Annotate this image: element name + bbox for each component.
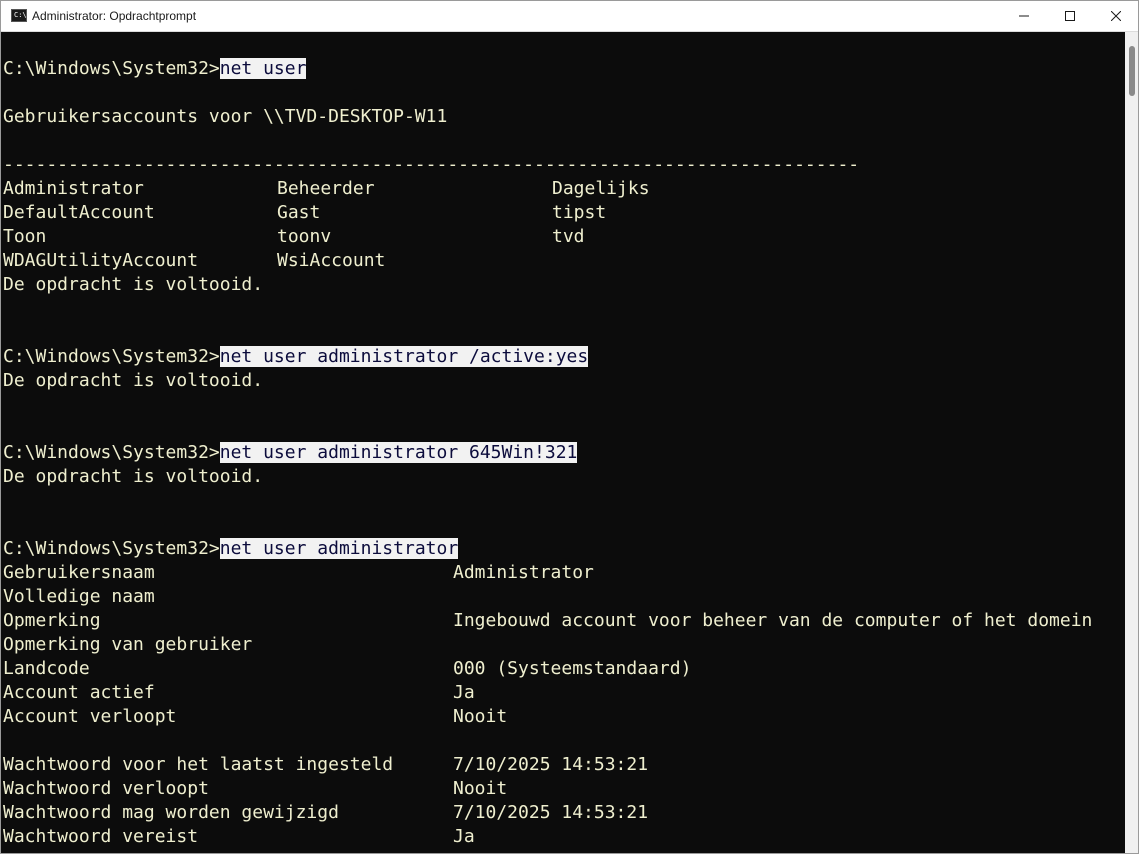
prompt-text: C:\Windows\System32> — [3, 442, 220, 463]
detail-value: Ingebouwd account voor beheer van de com… — [453, 610, 1093, 631]
prompt-line: C:\Windows\System32>net user — [3, 57, 307, 81]
detail-row: Account actief Ja — [3, 681, 1113, 705]
user-name: Gast — [277, 202, 321, 223]
detail-label: Wachtwoord mag worden gewijzigd — [3, 802, 339, 823]
detail-value: 7/10/2025 14:53:21 — [453, 802, 649, 823]
detail-row: Wachtwoord voor het laatst ingesteld 7/1… — [3, 753, 1113, 777]
prompt-text: C:\Windows\System32> — [3, 346, 220, 367]
title-bar[interactable]: C:\ Administrator: Opdrachtprompt — [1, 1, 1138, 32]
detail-label: Landcode — [3, 658, 90, 679]
command-text: net user administrator /active:yes — [219, 346, 589, 367]
close-icon — [1111, 11, 1121, 21]
user-row: Administrator Beheerder Dagelijks — [3, 177, 703, 201]
detail-label: Volledige naam — [3, 586, 155, 607]
detail-row: Account verloopt Nooit — [3, 705, 1113, 729]
detail-value: Ja — [453, 682, 475, 703]
detail-label: Opmerking — [3, 610, 101, 631]
detail-row: Landcode 000 (Systeemstandaard) — [3, 657, 1113, 681]
console-output[interactable]: C:\Windows\System32>net user Gebruikersa… — [1, 32, 1125, 853]
user-name: Administrator — [3, 178, 144, 199]
detail-row: Wachtwoord vereist Ja — [3, 825, 1113, 849]
maximize-icon — [1065, 11, 1075, 21]
prompt-text: C:\Windows\System32> — [3, 538, 220, 559]
detail-value: Nooit — [453, 706, 508, 727]
cmd-icon: C:\ — [11, 9, 27, 22]
status-line: De opdracht is voltooid. — [3, 466, 264, 487]
user-name: tipst — [552, 202, 607, 223]
window-title: Administrator: Opdrachtprompt — [32, 9, 197, 23]
user-name: tvd — [552, 226, 585, 247]
detail-label: Wachtwoord verloopt — [3, 778, 209, 799]
user-row: WDAGUtilityAccount WsiAccount — [3, 249, 703, 273]
detail-row: Gebruikersnaam Administrator — [3, 561, 1113, 585]
detail-row: Opmerking van gebruiker — [3, 633, 1113, 657]
user-name: Toon — [3, 226, 47, 247]
output-line: Gebruikersaccounts voor \\TVD-DESKTOP-W1… — [3, 106, 448, 127]
detail-label: Wachtwoord voor het laatst ingesteld — [3, 754, 394, 775]
detail-value: Administrator — [453, 562, 594, 583]
detail-row: Wachtwoord verloopt Nooit — [3, 777, 1113, 801]
detail-value: 7/10/2025 14:53:21 — [453, 754, 649, 775]
minimize-icon — [1019, 15, 1029, 17]
detail-row: Wachtwoord mag worden gewijzigd 7/10/202… — [3, 801, 1113, 825]
prompt-line: C:\Windows\System32>net user administrat… — [3, 345, 589, 369]
detail-label: Wachtwoord vereist — [3, 826, 199, 847]
detail-label: Opmerking van gebruiker — [3, 634, 253, 655]
user-name: DefaultAccount — [3, 202, 155, 223]
user-row: DefaultAccount Gast tipst — [3, 201, 703, 225]
scrollbar-thumb[interactable] — [1129, 46, 1135, 96]
user-row: Toon toonv tvd — [3, 225, 703, 249]
user-name: toonv — [277, 226, 332, 247]
prompt-line: C:\Windows\System32>net user administrat… — [3, 441, 578, 465]
detail-row: Volledige naam — [3, 585, 1113, 609]
detail-row: Opmerking Ingebouwd account voor beheer … — [3, 609, 1113, 633]
status-line: De opdracht is voltooid. — [3, 370, 264, 391]
command-text: net user — [219, 58, 307, 79]
detail-value: 000 (Systeemstandaard) — [453, 658, 692, 679]
user-name: Beheerder — [277, 178, 375, 199]
status-line: De opdracht is voltooid. — [3, 274, 264, 295]
detail-label: Account verloopt — [3, 706, 177, 727]
user-name: Dagelijks — [552, 178, 650, 199]
separator-line: ----------------------------------------… — [3, 154, 860, 175]
detail-label: Account actief — [3, 682, 155, 703]
command-text: net user administrator — [219, 538, 459, 559]
detail-value: Ja — [453, 826, 475, 847]
command-text: net user administrator 645Win!321 — [219, 442, 578, 463]
user-name: WsiAccount — [277, 250, 386, 271]
prompt-text: C:\Windows\System32> — [3, 58, 220, 79]
maximize-button[interactable] — [1047, 1, 1093, 31]
user-name: WDAGUtilityAccount — [3, 250, 199, 271]
detail-label: Gebruikersnaam — [3, 562, 155, 583]
detail-value: Nooit — [453, 778, 508, 799]
close-button[interactable] — [1093, 1, 1138, 31]
prompt-line: C:\Windows\System32>net user administrat… — [3, 537, 459, 561]
vertical-scrollbar[interactable] — [1125, 32, 1138, 853]
minimize-button[interactable] — [1001, 1, 1047, 31]
command-prompt-window: C:\ Administrator: Opdrachtprompt C:\Win… — [0, 0, 1139, 854]
